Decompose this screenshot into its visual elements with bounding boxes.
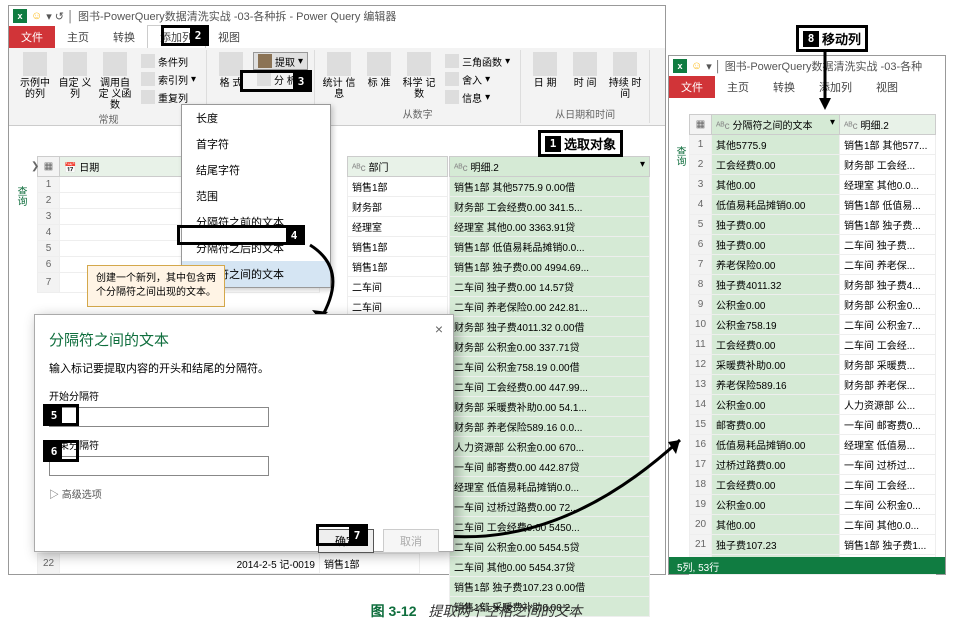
callout-8: 8移动列	[796, 25, 868, 52]
btn-standard[interactable]: 标 准	[361, 52, 397, 89]
btn-info[interactable]: 信息▾	[441, 88, 514, 106]
end-delim-input[interactable]	[49, 456, 269, 476]
extract-dropdown: 长度 首字符 结尾字符 范围 分隔符之前的文本 分隔符之后的文本 分隔符之间的文…	[181, 104, 331, 288]
btn-custom-col[interactable]: 自定 义列	[57, 52, 93, 100]
window-title: 图书-PowerQuery数据清洗实战 -03-各种	[725, 58, 922, 74]
right-titlebar: x ☺ ▾ │ 图书-PowerQuery数据清洗实战 -03-各种	[669, 56, 945, 76]
menu-first-chars[interactable]: 首字符	[182, 131, 330, 157]
figure-number: 图 3-12	[371, 603, 417, 619]
tab-view[interactable]: 视图	[206, 26, 252, 48]
tooltip-between: 创建一个新列，其中包含两 个分隔符之间出现的文本。	[87, 265, 225, 307]
callout-1: 1选取对象	[538, 130, 623, 157]
bottom-row: 22 2014-2-5 记-0019 销售1部	[37, 553, 420, 574]
btn-time[interactable]: 时 间	[567, 52, 603, 89]
btn-round[interactable]: 舍入▾	[441, 70, 514, 88]
callout-5: 5	[43, 404, 79, 426]
tab-home[interactable]: 主页	[715, 76, 761, 98]
ribbon-tabs: 文件 主页 转换 添加列 视图	[9, 26, 665, 48]
figure-text: 提取两个空格之间的文本	[428, 603, 582, 619]
text-between-dialog: × 分隔符之间的文本 输入标记要提取内容的开头和结尾的分隔符。 开始分隔符 结束…	[34, 314, 454, 552]
window-title: 图书-PowerQuery数据清洗实战 -03-各种拆 - Power Quer…	[78, 8, 396, 24]
dialog-title: 分隔符之间的文本	[49, 329, 439, 350]
btn-invoke-fn[interactable]: 调用自定 义函数	[97, 52, 133, 111]
detail-grid: ᴬᴮc 明细.2 ▾ 销售1部 其他5775.9 0.00借财务部 工会经费0.…	[449, 156, 650, 617]
btn-trig[interactable]: 三角函数▾	[441, 52, 514, 70]
menu-length[interactable]: 长度	[182, 105, 330, 131]
btn-conditional-col[interactable]: 条件列	[137, 52, 200, 70]
smiley-icon: ☺	[31, 10, 42, 22]
btn-duration[interactable]: 持续 时间	[607, 52, 643, 100]
callout-3: 3	[240, 70, 312, 92]
btn-col-from-examples[interactable]: 示例中 的列	[17, 52, 53, 100]
tab-home[interactable]: 主页	[55, 26, 101, 48]
menu-range[interactable]: 范围	[182, 183, 330, 209]
dialog-close-icon[interactable]: ×	[435, 321, 443, 337]
advanced-toggle[interactable]: ▷ 高级选项	[49, 486, 439, 501]
tab-view[interactable]: 视图	[864, 76, 910, 98]
col-header-detail2[interactable]: ᴬᴮc 明细.2	[840, 115, 936, 135]
corner-cell[interactable]: ▦	[38, 157, 60, 177]
queries-pane-collapsed[interactable]: 查询	[672, 146, 687, 166]
start-delim-input[interactable]	[49, 407, 269, 427]
status-bar: 5列, 53行	[669, 557, 945, 574]
mid-grid: ᴬᴮc 部门 销售1部财务部经理室销售1部销售1部二车间二车间	[347, 156, 448, 317]
col-header-detail[interactable]: ᴬᴮc 明细.2 ▾	[450, 157, 650, 177]
btn-index-col[interactable]: 索引列▾	[137, 70, 200, 88]
btn-scientific[interactable]: 科学 记数	[401, 52, 437, 100]
btn-date[interactable]: 日 期	[527, 52, 563, 89]
tab-transform[interactable]: 转换	[101, 26, 147, 48]
callout-7: 7	[316, 524, 368, 546]
callout-6: 6	[43, 440, 79, 462]
start-delim-label: 开始分隔符	[49, 388, 439, 403]
queries-pane-collapsed[interactable]: 查询	[13, 186, 28, 206]
callout-4: 4	[177, 225, 305, 245]
left-titlebar: x ☺ ▾ ↺ │ 图书-PowerQuery数据清洗实战 -03-各种拆 - …	[9, 6, 665, 26]
excel-icon: x	[13, 9, 27, 23]
right-ribbon-tabs: 文件 主页 转换 添加列 视图	[669, 76, 945, 98]
callout-2: 2	[161, 25, 209, 46]
tab-transform[interactable]: 转换	[761, 76, 807, 98]
dialog-desc: 输入标记要提取内容的开头和结尾的分隔符。	[49, 360, 439, 376]
right-pq-window: x ☺ ▾ │ 图书-PowerQuery数据清洗实战 -03-各种 文件 主页…	[668, 55, 946, 575]
corner-cell[interactable]: ▦	[690, 115, 712, 135]
end-delim-label: 结束分隔符	[49, 437, 439, 452]
btn-extract[interactable]: 提取▾	[253, 52, 308, 70]
ribbon-body: 示例中 的列 自定 义列 调用自定 义函数 条件列 索引列▾ 重复列 常规 格 …	[9, 48, 665, 126]
cancel-button[interactable]: 取消	[383, 529, 439, 553]
expand-icon[interactable]: ❯	[31, 161, 39, 172]
smiley-icon: ☺	[691, 60, 702, 72]
tab-file[interactable]: 文件	[669, 76, 715, 98]
menu-last-chars[interactable]: 结尾字符	[182, 157, 330, 183]
tab-addcol[interactable]: 添加列	[807, 76, 864, 98]
right-grid: ▦ ᴬᴮc 分隔符之间的文本 ▾ ᴬᴮc 明细.2 1其他5775.9销售1部 …	[689, 114, 936, 575]
btn-stats[interactable]: 统计 信息	[321, 52, 357, 100]
tab-file[interactable]: 文件	[9, 26, 55, 48]
col-header-between[interactable]: ᴬᴮc 分隔符之间的文本 ▾	[712, 115, 840, 135]
col-header-dept[interactable]: ᴬᴮc 部门	[348, 157, 448, 177]
excel-icon: x	[673, 59, 687, 73]
figure-caption: 图 3-12 提取两个空格之间的文本	[0, 601, 953, 621]
